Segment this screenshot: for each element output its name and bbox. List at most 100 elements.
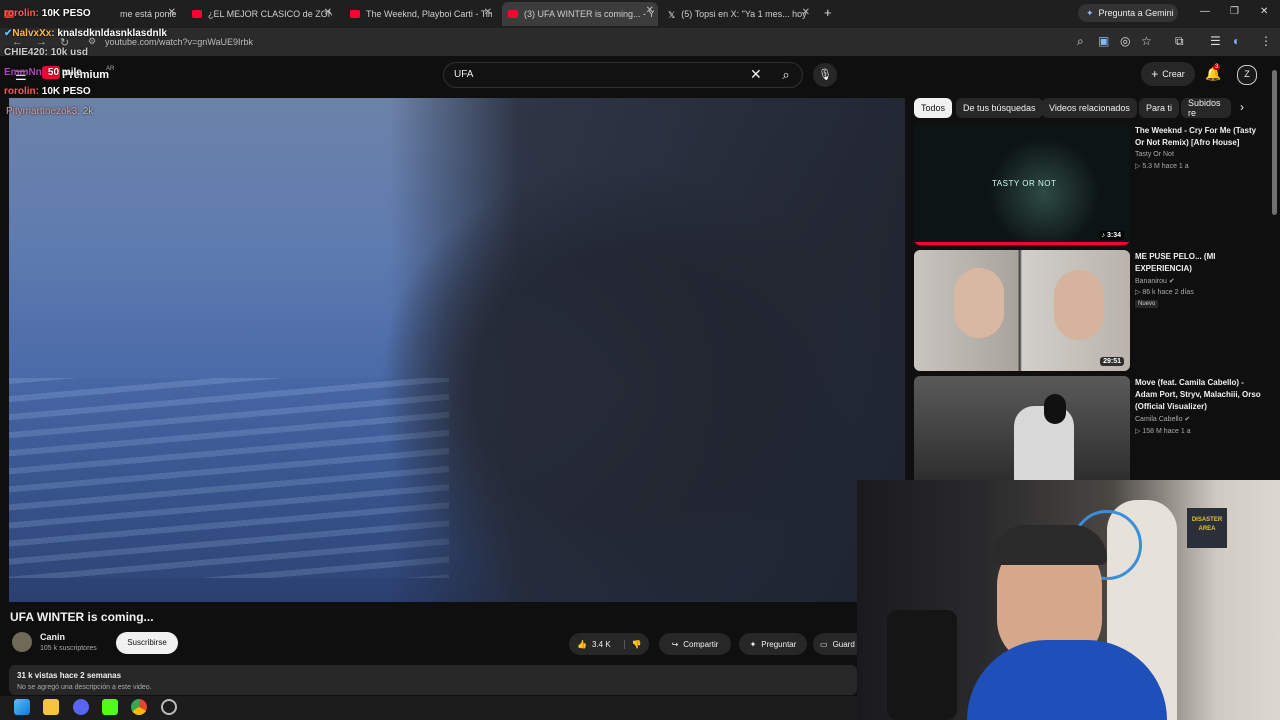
- discord-icon[interactable]: [73, 699, 89, 715]
- duration-badge: 29:51: [1100, 357, 1124, 366]
- close-icon[interactable]: ✕: [802, 7, 810, 18]
- scrollbar-thumb[interactable]: [1272, 70, 1277, 215]
- window-close-icon[interactable]: ✕: [1260, 6, 1268, 17]
- minimize-icon[interactable]: —: [1200, 6, 1210, 17]
- subscriber-count: 105 k suscriptores: [40, 645, 97, 652]
- close-icon[interactable]: ✕: [484, 7, 492, 18]
- chrome-icon[interactable]: [131, 699, 147, 715]
- share-label: Compartir: [683, 639, 719, 649]
- tab-5[interactable]: 𝕏 (5) Topsi en X: "Ya 1 mes... hoy ✕: [668, 4, 810, 24]
- reading-list-icon[interactable]: ☰: [1210, 34, 1221, 48]
- duration-badge: ♪ 3:34: [1098, 231, 1124, 240]
- subscribe-button[interactable]: Suscribirse: [116, 632, 178, 654]
- mic-icon[interactable]: 🎙: [813, 63, 837, 87]
- chevron-right-icon[interactable]: ›: [1240, 100, 1244, 114]
- search-input[interactable]: UFA: [454, 69, 473, 80]
- search-box[interactable]: [443, 62, 803, 88]
- recommendation-title[interactable]: The Weeknd - Cry For Me (Tasty Or Not Re…: [1135, 125, 1265, 149]
- ask-label: Preguntar: [761, 639, 797, 649]
- thumbnail-face: [1054, 270, 1104, 340]
- recommendation-meta: ▷ 86 k hace 2 días: [1135, 289, 1194, 296]
- obs-icon[interactable]: [161, 699, 177, 715]
- account-avatar[interactable]: Z: [1237, 65, 1257, 85]
- microphone-arm: [887, 610, 957, 720]
- chip-para-ti[interactable]: Para ti: [1139, 98, 1180, 118]
- eye-off-icon[interactable]: ◎: [1120, 34, 1130, 48]
- kick-icon[interactable]: [102, 699, 118, 715]
- maximize-icon[interactable]: ❐: [1230, 6, 1239, 17]
- create-label: Crear: [1162, 69, 1185, 79]
- close-icon[interactable]: ✕: [168, 7, 176, 18]
- windows-start-icon[interactable]: [14, 699, 30, 715]
- thumbnail-head: [1044, 394, 1066, 424]
- recommendation-meta: ▷ 158 M hace 1 a: [1135, 428, 1191, 435]
- chat-message: rorolin: 10K PESO: [4, 86, 91, 97]
- file-explorer-icon[interactable]: [43, 699, 59, 715]
- recommendation-channel[interactable]: Tasty Or Not: [1135, 151, 1174, 158]
- browser-menu-icon[interactable]: ⋮: [1260, 34, 1272, 48]
- save-button[interactable]: ▭ Guard: [813, 633, 857, 655]
- new-tab-button[interactable]: +: [824, 5, 832, 20]
- like-dislike-group: 👍 3.4 K 👎: [569, 633, 649, 655]
- webcam-overlay: DISASTER AREA: [857, 480, 1280, 720]
- tab-3[interactable]: The Weeknd, Playboi Carti - Tim ✕: [350, 4, 492, 24]
- profile-icon[interactable]: ◐: [1233, 34, 1240, 48]
- video-player[interactable]: [9, 98, 905, 602]
- video-frame-water: [9, 378, 449, 578]
- thumbs-up-icon[interactable]: 👍: [577, 640, 587, 649]
- tab-2[interactable]: ¿EL MEJOR CLASICO de ZONA ✕: [192, 4, 332, 24]
- chat-message: ✔NalvxXx: knalsdknldasnklasdnlk: [4, 28, 167, 39]
- recommendation-title[interactable]: ME PUSE PELO... (MI EXPERIENCIA): [1135, 251, 1265, 275]
- view-count: 31 k vistas hace 2 semanas: [17, 671, 122, 680]
- thumbnail-text: TASTY OR NOT: [992, 179, 1057, 188]
- like-count[interactable]: 3.4 K: [592, 640, 611, 649]
- channel-name[interactable]: Canin: [40, 632, 65, 642]
- recommendation-thumbnail[interactable]: [914, 376, 1130, 480]
- bookmark-icon: ▭: [820, 639, 828, 649]
- clear-search-icon[interactable]: ✕: [750, 66, 762, 83]
- recommendation-channel[interactable]: Bananirou ✔: [1135, 277, 1175, 285]
- new-badge: Nuevo: [1135, 300, 1159, 308]
- gemini-button[interactable]: ✦ Pregunta a Gemini: [1078, 4, 1178, 22]
- extension-icon[interactable]: ▣: [1098, 34, 1109, 48]
- wall-poster: DISASTER AREA: [1187, 508, 1227, 548]
- create-button[interactable]: + Crear: [1141, 62, 1195, 86]
- description-text: No se agregó una descripción a este vide…: [17, 684, 152, 691]
- youtube-icon: [192, 10, 202, 18]
- video-frame-figure: [389, 98, 905, 602]
- chip-videos-relacionados[interactable]: Videos relacionados: [1042, 98, 1137, 118]
- close-icon[interactable]: ✕: [324, 7, 332, 18]
- search-icon[interactable]: ⌕: [770, 63, 802, 87]
- chip-subidos[interactable]: Subidos re: [1181, 98, 1231, 118]
- bookmark-star-icon[interactable]: ☆: [1141, 34, 1152, 48]
- recommendation-meta: ▷ 5.3 M hace 1 a: [1135, 163, 1189, 170]
- chip-de-tus-busquedas[interactable]: De tus búsquedas: [956, 98, 1043, 118]
- extensions-puzzle-icon[interactable]: ⧉: [1175, 34, 1184, 49]
- share-button[interactable]: ↪ Compartir: [659, 633, 731, 655]
- youtube-icon: [508, 10, 518, 18]
- chat-message: CHIE420: 10k usd: [4, 47, 88, 58]
- gemini-icon: ✦: [1086, 7, 1094, 18]
- verified-icon: ✔: [1168, 278, 1175, 285]
- zoom-icon[interactable]: ⌕: [1077, 34, 1084, 49]
- country-code: AR: [106, 66, 115, 72]
- ask-button[interactable]: ✦ Preguntar: [739, 633, 807, 655]
- tab-label: (5) Topsi en X: "Ya 1 mes... hoy: [681, 9, 807, 19]
- thumbs-down-icon[interactable]: 👎: [623, 639, 642, 649]
- recommendation-title[interactable]: Move (feat. Camila Cabello) - Adam Port,…: [1135, 377, 1265, 413]
- save-label: Guard: [832, 639, 855, 649]
- chip-todos[interactable]: Todos: [914, 98, 953, 118]
- recommendation-channel[interactable]: Camila Cabello ✔: [1135, 415, 1190, 423]
- close-icon[interactable]: ✕: [646, 5, 654, 16]
- x-icon: 𝕏: [668, 10, 676, 20]
- tab-label: ¿EL MEJOR CLASICO de ZONA: [208, 9, 332, 19]
- channel-avatar[interactable]: [12, 632, 32, 652]
- gemini-label: Pregunta a Gemini: [1098, 8, 1174, 18]
- recommendation-thumbnail[interactable]: 29:51: [914, 250, 1130, 371]
- recommendation-thumbnail[interactable]: TASTY OR NOT ♪ 3:34: [914, 124, 1130, 245]
- chat-message: rorolin: 10K PESO: [4, 8, 91, 19]
- headphones: [992, 525, 1107, 565]
- tab-4-active[interactable]: (3) UFA WINTER is coming... - Y ✕: [502, 2, 658, 26]
- taskbar: [0, 696, 857, 720]
- plus-icon: +: [1151, 67, 1159, 81]
